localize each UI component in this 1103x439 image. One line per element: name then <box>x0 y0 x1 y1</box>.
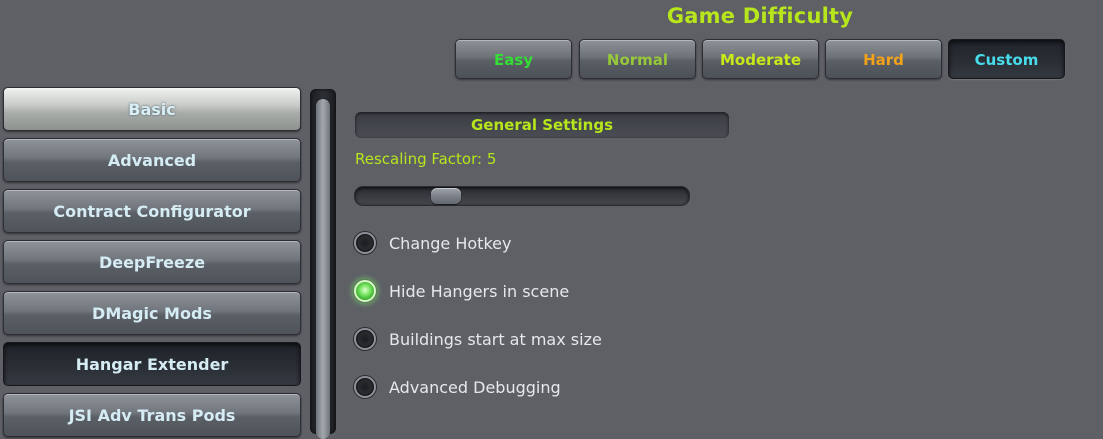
category-basic-button[interactable]: Basic <box>3 87 301 131</box>
toggle-buildings-max-size-radio-icon[interactable] <box>354 328 376 350</box>
category-scrollbar-thumb[interactable] <box>316 99 330 439</box>
difficulty-easy-button[interactable]: Easy <box>455 39 572 79</box>
category-dmagic-mods-label: DMagic Mods <box>92 303 212 323</box>
toggle-advanced-debugging-label: Advanced Debugging <box>389 378 561 397</box>
toggle-hide-hangers-label: Hide Hangers in scene <box>389 282 570 301</box>
difficulty-hard-label: Hard <box>863 51 904 69</box>
difficulty-custom-button[interactable]: Custom <box>948 39 1065 79</box>
difficulty-moderate-button[interactable]: Moderate <box>702 39 819 79</box>
rescaling-factor-label: Rescaling Factor: 5 <box>355 150 497 168</box>
difficulty-moderate-label: Moderate <box>719 51 801 69</box>
category-contract-configurator-button[interactable]: Contract Configurator <box>3 189 301 233</box>
toggle-change-hotkey-label: Change Hotkey <box>389 234 512 253</box>
category-scrollbar[interactable] <box>310 89 336 439</box>
difficulty-normal-label: Normal <box>606 51 669 69</box>
difficulty-title: Game Difficulty <box>666 4 854 28</box>
category-jsi-adv-trans-pods-button[interactable]: JSI Adv Trans Pods <box>3 393 301 437</box>
rescaling-factor-slider[interactable] <box>354 186 690 206</box>
toggle-buildings-max-size-label: Buildings start at max size <box>389 330 602 349</box>
difficulty-normal-button[interactable]: Normal <box>579 39 696 79</box>
rescaling-factor-slider-handle[interactable] <box>431 188 461 204</box>
category-jsi-adv-trans-pods-label: JSI Adv Trans Pods <box>68 405 236 425</box>
category-hangar-extender-label: Hangar Extender <box>75 354 229 374</box>
toggle-change-hotkey-radio-icon[interactable] <box>354 232 376 254</box>
category-advanced-button[interactable]: Advanced <box>3 138 301 182</box>
category-dmagic-mods-button[interactable]: DMagic Mods <box>3 291 301 335</box>
difficulty-hard-button[interactable]: Hard <box>825 39 942 79</box>
category-deepfreeze-label: DeepFreeze <box>98 252 206 272</box>
general-settings-title: General Settings <box>470 116 614 134</box>
category-hangar-extender-button[interactable]: Hangar Extender <box>3 342 301 386</box>
difficulty-custom-label: Custom <box>974 51 1039 69</box>
toggle-advanced-debugging[interactable]: Advanced Debugging <box>354 373 561 401</box>
toggle-buildings-max-size[interactable]: Buildings start at max size <box>354 325 602 353</box>
category-deepfreeze-button[interactable]: DeepFreeze <box>3 240 301 284</box>
toggle-hide-hangers[interactable]: Hide Hangers in scene <box>354 277 569 305</box>
toggle-advanced-debugging-radio-icon[interactable] <box>354 376 376 398</box>
general-settings-header: General Settings <box>355 112 729 138</box>
category-contract-configurator-label: Contract Configurator <box>53 201 251 221</box>
toggle-change-hotkey[interactable]: Change Hotkey <box>354 229 511 257</box>
category-advanced-label: Advanced <box>107 150 197 170</box>
difficulty-easy-label: Easy <box>493 51 534 69</box>
category-basic-label: Basic <box>128 99 176 119</box>
toggle-hide-hangers-radio-icon[interactable] <box>354 280 376 302</box>
